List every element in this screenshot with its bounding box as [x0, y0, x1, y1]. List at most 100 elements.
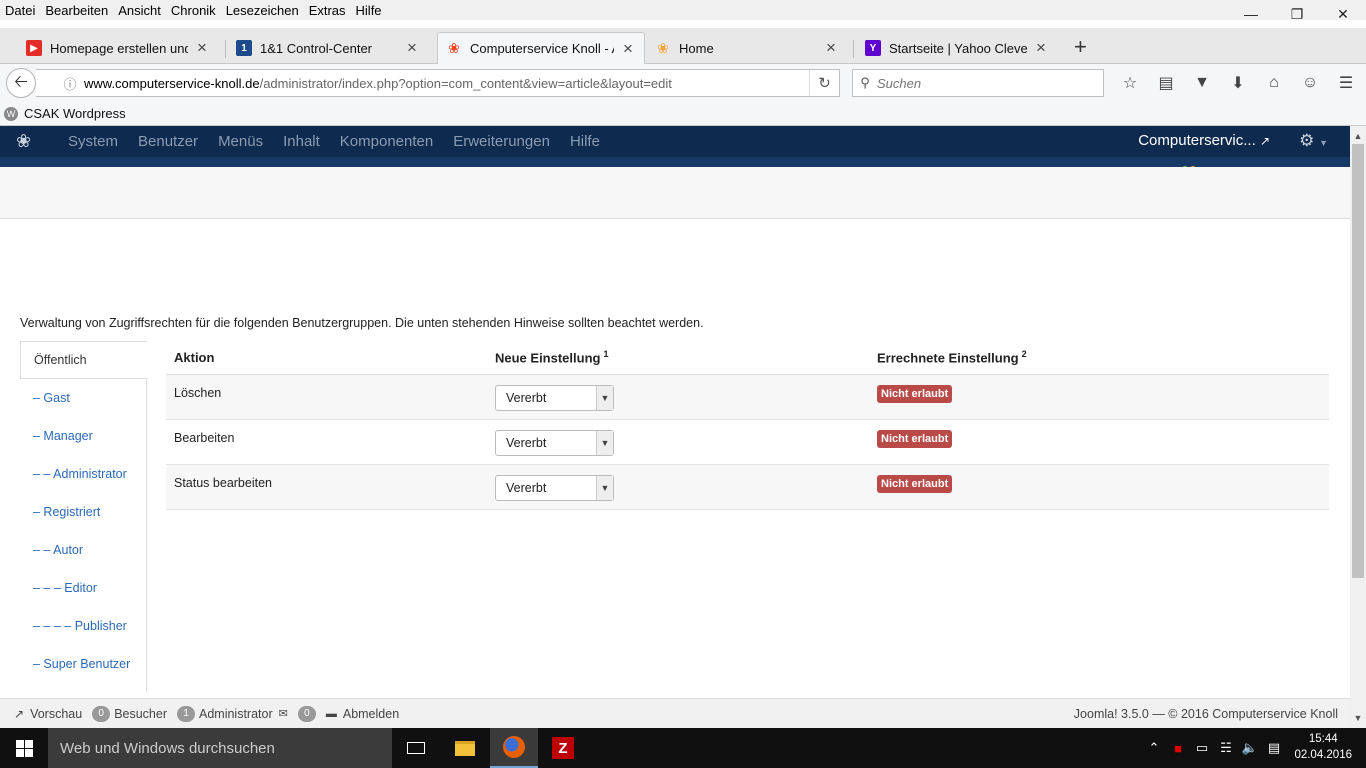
firefox-icon[interactable] — [490, 728, 538, 768]
close-tab-icon[interactable]: × — [1033, 38, 1049, 58]
admins-count: 1 — [177, 705, 195, 722]
gear-icon[interactable]: ⚙ ▼ — [1299, 131, 1328, 151]
action-label: Status bearbeiten — [174, 476, 272, 490]
group-manager[interactable]: – Manager — [20, 417, 146, 455]
group-super-benutzer[interactable]: – Super Benutzer — [20, 645, 146, 683]
table-header: Aktion Neue Einstellung 1 Errechnete Eins… — [166, 341, 1329, 375]
close-tab-icon[interactable]: × — [404, 38, 420, 58]
home-icon[interactable]: ⌂ — [1256, 70, 1292, 96]
filezilla-tray-icon[interactable]: ■ — [1166, 741, 1190, 756]
menu-extras[interactable]: Extras — [304, 3, 351, 18]
group-publisher[interactable]: – – – – Publisher — [20, 607, 146, 645]
close-tab-icon[interactable]: × — [194, 38, 210, 58]
clock-time: 15:44 — [1308, 733, 1338, 745]
pocket-icon[interactable]: ▼ — [1184, 70, 1220, 96]
envelope-icon: ✉ — [278, 708, 288, 720]
scroll-thumb[interactable] — [1352, 144, 1364, 578]
windows-taskbar: Web und Windows durchsuchen Z ⌃ ■ ▭ ☵ 🔈 … — [0, 728, 1366, 768]
jmenu-komponenten[interactable]: Komponenten — [330, 133, 443, 150]
page-scrollbar[interactable]: ▲ ▼ — [1350, 126, 1366, 728]
column-aktion: Aktion — [174, 350, 215, 365]
joomla-logo-icon[interactable]: ❀ — [16, 131, 50, 152]
menu-ansicht[interactable]: Ansicht — [113, 3, 166, 18]
close-tab-icon[interactable]: × — [823, 38, 839, 58]
navigation-toolbar: ⓘ www.computerservice-knoll.de/administr… — [0, 64, 1366, 102]
tab-yahoo[interactable]: Y Startseite | Yahoo Clever × — [857, 32, 1057, 64]
jmenu-system[interactable]: System — [58, 133, 128, 150]
visitors-count: 0 — [92, 705, 111, 722]
close-window-button[interactable]: ✕ — [1320, 0, 1366, 28]
download-icon[interactable]: ⬇ — [1220, 70, 1256, 96]
minimize-button[interactable]: — — [1228, 0, 1274, 28]
column-neue-einstellung: Neue Einstellung 1 — [495, 349, 609, 366]
site-link[interactable]: Computerservic... ↗ — [1138, 132, 1270, 149]
file-explorer-icon[interactable] — [441, 728, 489, 768]
menu-bearbeiten[interactable]: Bearbeiten — [40, 3, 113, 18]
logout-link[interactable]: Abmelden — [343, 707, 399, 721]
group-autor[interactable]: – – Autor — [20, 531, 146, 569]
setting-select[interactable]: Vererbt ▼ — [495, 475, 614, 501]
taskbar-search[interactable]: Web und Windows durchsuchen — [48, 728, 392, 768]
battery-icon[interactable]: ▭ — [1190, 740, 1214, 756]
hello-icon[interactable]: ☺ — [1292, 70, 1328, 96]
joomla-icon: ❀ — [448, 40, 460, 56]
hamburger-menu-icon[interactable]: ☰ — [1328, 70, 1364, 96]
scroll-up-icon[interactable]: ▲ — [1350, 128, 1366, 144]
joomla-header-strip — [0, 157, 1350, 172]
bookmark-star-icon[interactable]: ☆ — [1112, 70, 1148, 96]
footer-copyright: Joomla! 3.5.0 — © 2016 Computerservice K… — [1073, 707, 1338, 721]
group-administrator[interactable]: – – Administrator — [20, 455, 146, 493]
menu-hilfe[interactable]: Hilfe — [351, 3, 387, 18]
tab-title: Homepage erstellen und ... — [50, 40, 188, 56]
jmenu-hilfe[interactable]: Hilfe — [560, 133, 610, 150]
group-oeffentlich[interactable]: Öffentlich — [20, 341, 147, 379]
menu-lesezeichen[interactable]: Lesezeichen — [221, 3, 304, 18]
tab-home[interactable]: ❀ Home × — [647, 32, 847, 64]
messages-count[interactable]: 0 — [297, 705, 316, 722]
tab-homepage-erstellen[interactable]: ▶ Homepage erstellen und ... × — [18, 32, 218, 64]
permissions-description: Verwaltung von Zugriffsrechten für die f… — [20, 316, 704, 330]
group-editor[interactable]: – – – Editor — [20, 569, 146, 607]
jmenu-benutzer[interactable]: Benutzer — [128, 133, 208, 150]
notifications-icon[interactable]: ▤ — [1262, 740, 1286, 756]
joomla-toolbar — [0, 167, 1350, 219]
close-tab-icon[interactable]: × — [620, 39, 636, 59]
jmenu-inhalt[interactable]: Inhalt — [273, 133, 330, 150]
preview-link[interactable]: Vorschau — [30, 707, 82, 721]
jmenu-erweiterungen[interactable]: Erweiterungen — [443, 133, 560, 150]
jmenu-menues[interactable]: Menüs — [208, 133, 273, 150]
taskbar-clock[interactable]: 15:44 02.04.2016 — [1294, 731, 1352, 763]
search-bar[interactable]: ⚲ — [852, 69, 1104, 97]
menu-datei[interactable]: Datei — [0, 3, 40, 18]
group-registriert[interactable]: – Registriert — [20, 493, 146, 531]
setting-select[interactable]: Vererbt ▼ — [495, 430, 614, 456]
chevron-up-icon[interactable]: ⌃ — [1142, 740, 1166, 756]
wifi-icon[interactable]: ☵ — [1214, 740, 1238, 756]
tab-control-center[interactable]: 1 1&1 Control-Center × — [228, 32, 428, 64]
back-button[interactable]: 🡠 — [6, 68, 36, 98]
group-gast[interactable]: – Gast — [20, 379, 146, 417]
user-groups-list: Öffentlich – Gast – Manager – – Administ… — [20, 341, 147, 691]
scroll-down-icon[interactable]: ▼ — [1350, 710, 1366, 726]
info-icon[interactable]: ⓘ — [56, 74, 84, 93]
reload-icon[interactable]: ↻ — [809, 70, 839, 96]
external-link-icon: ↗ — [1259, 134, 1270, 148]
tab-strip: ▶ Homepage erstellen und ... × 1 1&1 Con… — [0, 28, 1366, 64]
reading-list-icon[interactable]: ▤ — [1148, 70, 1184, 96]
tab-computerservice-knoll[interactable]: ❀ Computerservice Knoll - A... × — [437, 32, 645, 64]
setting-select[interactable]: Vererbt ▼ — [495, 385, 614, 411]
task-view-icon[interactable] — [392, 728, 440, 768]
volume-icon[interactable]: 🔈 — [1238, 740, 1262, 756]
clock-date: 02.04.2016 — [1294, 749, 1352, 761]
bookmark-csak-wordpress[interactable]: CSAK Wordpress — [24, 106, 126, 121]
menu-chronik[interactable]: Chronik — [166, 3, 221, 18]
url-bar[interactable]: ⓘ www.computerservice-knoll.de/administr… — [36, 69, 840, 97]
restore-button[interactable]: ❐ — [1274, 0, 1320, 28]
toolbar-icons: ☆ ▤ ▼ ⬇ ⌂ ☺ ☰ — [1112, 70, 1364, 96]
yahoo-icon: Y — [865, 40, 881, 56]
filezilla-icon[interactable]: Z — [539, 728, 587, 768]
start-button[interactable] — [0, 728, 48, 768]
url-text[interactable]: www.computerservice-knoll.de/administrat… — [84, 76, 672, 91]
new-tab-icon[interactable]: + — [1074, 34, 1087, 60]
search-input[interactable] — [877, 75, 1087, 91]
